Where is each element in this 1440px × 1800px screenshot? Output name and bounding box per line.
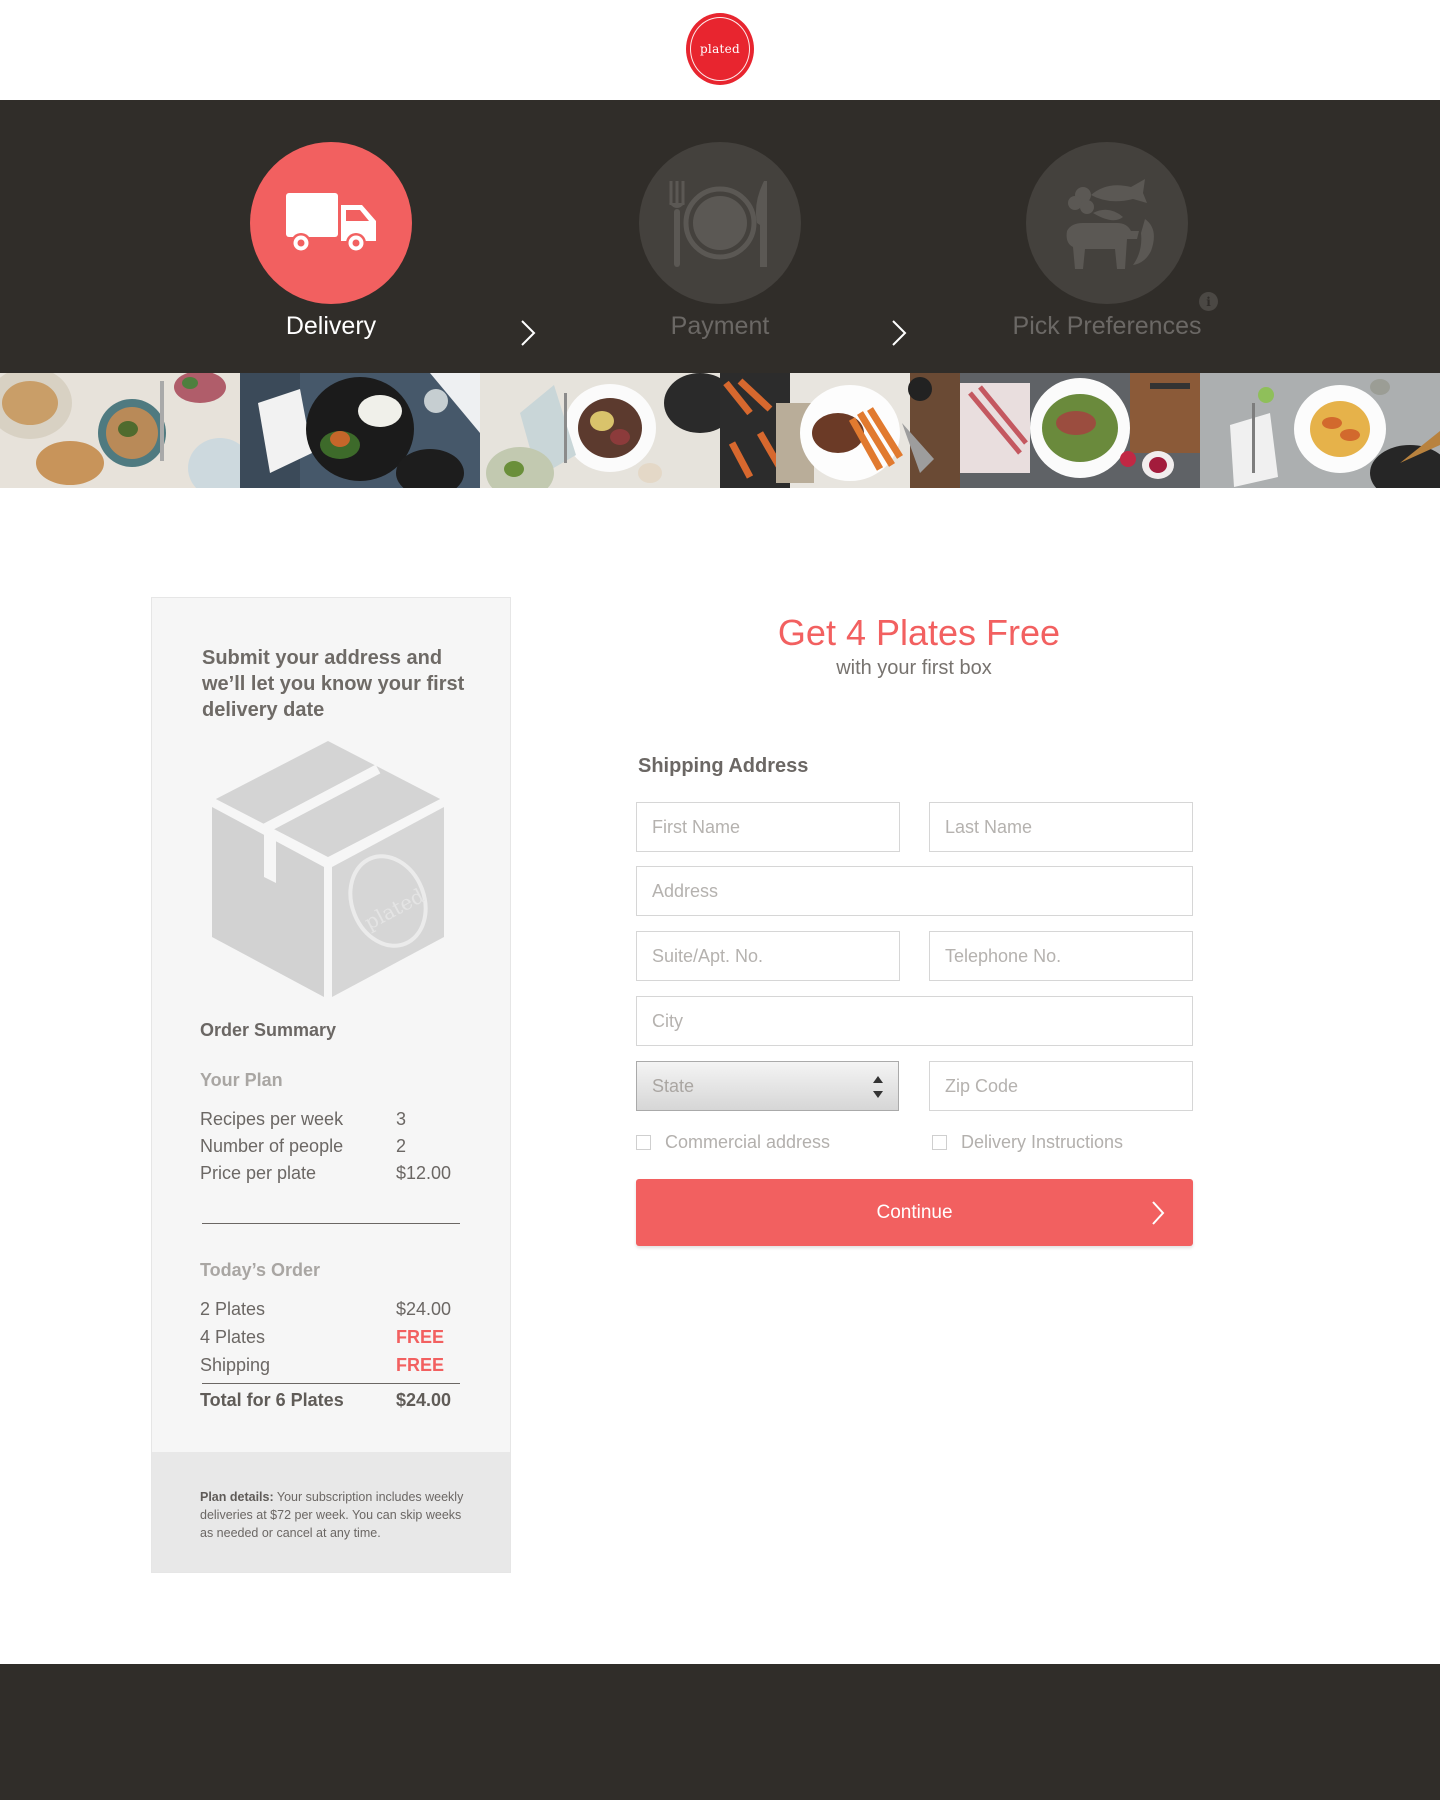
zip-field [929, 1061, 1193, 1111]
headline: Get 4 Plates Free [777, 612, 1061, 653]
zip-input[interactable] [930, 1062, 1192, 1110]
plan-details: Plan details: Your subscription includes… [152, 1452, 510, 1572]
order-row-value: $24.00 [396, 1299, 452, 1319]
last-name-field [929, 802, 1193, 852]
proteins-icon [1066, 179, 1154, 269]
delivery-instructions-checkbox[interactable]: Delivery Instructions [932, 1132, 1123, 1153]
checkbox-label: Delivery Instructions [961, 1132, 1124, 1152]
order-row-label: Shipping [200, 1355, 271, 1375]
top-header: plated [0, 0, 1440, 100]
food-photo [0, 373, 240, 488]
telephone-input[interactable] [930, 932, 1192, 980]
food-photo [480, 373, 720, 488]
step-payment-circle [639, 142, 801, 304]
delivery-truck-icon [286, 193, 376, 253]
order-row-label: 4 Plates [200, 1327, 266, 1347]
chevron-right-icon [1152, 1201, 1165, 1225]
commercial-address-checkbox[interactable]: Commercial address [636, 1132, 830, 1153]
plan-row: Number of people 2 [200, 1136, 460, 1163]
order-row: 4 Plates FREE [200, 1327, 460, 1354]
state-select-value: State [652, 1075, 695, 1096]
delivery-box-icon: plated [212, 741, 444, 997]
checkbox-box[interactable] [636, 1135, 651, 1150]
plated-logo[interactable]: plated [686, 13, 754, 85]
order-summary-title: Order Summary [200, 1020, 337, 1040]
page-footer [0, 1664, 1440, 1800]
step-delivery-circle [250, 142, 412, 304]
plan-row-value: 3 [396, 1109, 407, 1129]
first-name-field [636, 802, 900, 852]
last-name-input[interactable] [930, 803, 1192, 851]
checkbox-label: Commercial address [665, 1132, 831, 1152]
suite-input[interactable] [637, 932, 899, 980]
step-delivery-label: Delivery [285, 312, 377, 340]
order-row-label: 2 Plates [200, 1299, 266, 1319]
suite-field [636, 931, 900, 981]
city-input[interactable] [637, 997, 1192, 1045]
select-arrows-icon [873, 1076, 883, 1098]
address-input[interactable] [637, 867, 1192, 915]
step-payment-label: Payment [670, 312, 770, 340]
plan-row: Price per plate $12.00 [200, 1163, 460, 1190]
todays-order-heading: Today’s Order [200, 1260, 321, 1280]
order-row: 2 Plates $24.00 [200, 1299, 460, 1326]
food-photo [1200, 373, 1440, 488]
state-select[interactable]: State [636, 1061, 899, 1111]
free-badge: FREE [396, 1355, 445, 1375]
plan-details-label: Plan details: [200, 1490, 274, 1504]
sidebar-intro-text: Submit your address and we’ll let you kn… [202, 647, 465, 721]
food-photo [720, 373, 960, 488]
checkout-steps: Delivery Payment Pick Preferences i [0, 100, 1440, 373]
order-summary-panel: Submit your address and we’ll let you kn… [151, 597, 511, 1573]
free-badge: FREE [396, 1327, 445, 1347]
checkbox-box[interactable] [932, 1135, 947, 1150]
plan-row-label: Price per plate [200, 1163, 317, 1183]
telephone-field [929, 931, 1193, 981]
logo-text: plated [690, 17, 750, 81]
step-delivery[interactable]: Delivery [201, 142, 461, 341]
step-preferences-label: Pick Preferences [1012, 312, 1202, 340]
food-photo-strip [0, 373, 1440, 488]
plan-row: Recipes per week 3 [200, 1109, 460, 1136]
continue-button-label: Continue [876, 1201, 953, 1223]
plan-row-label: Number of people [200, 1136, 344, 1156]
step-payment[interactable]: Payment [590, 142, 850, 341]
food-photo [960, 373, 1200, 488]
order-total-value: $24.00 [396, 1390, 452, 1410]
first-name-input[interactable] [637, 803, 899, 851]
plan-row-label: Recipes per week [200, 1109, 344, 1129]
step-preferences-circle [1026, 142, 1188, 304]
order-total-row: Total for 6 Plates $24.00 [200, 1390, 460, 1417]
plan-row-value: $12.00 [396, 1163, 452, 1183]
your-plan-heading: Your Plan [200, 1070, 283, 1090]
address-field [636, 866, 1193, 916]
plate-utensils-icon [669, 181, 767, 267]
plan-row-value: 2 [396, 1136, 407, 1156]
step-pick-preferences[interactable]: Pick Preferences [977, 142, 1237, 341]
chevron-right-icon [521, 320, 536, 346]
city-field [636, 996, 1193, 1046]
divider [202, 1223, 460, 1224]
subheadline: with your first box [836, 657, 992, 679]
shipping-address-title: Shipping Address [638, 755, 809, 777]
chevron-right-icon [892, 320, 907, 346]
order-total-label: Total for 6 Plates [200, 1390, 344, 1410]
food-photo [240, 373, 480, 488]
continue-button[interactable]: Continue [636, 1179, 1193, 1246]
divider [202, 1383, 460, 1384]
order-row: Shipping FREE [200, 1355, 460, 1382]
info-icon[interactable]: i [1199, 292, 1218, 311]
